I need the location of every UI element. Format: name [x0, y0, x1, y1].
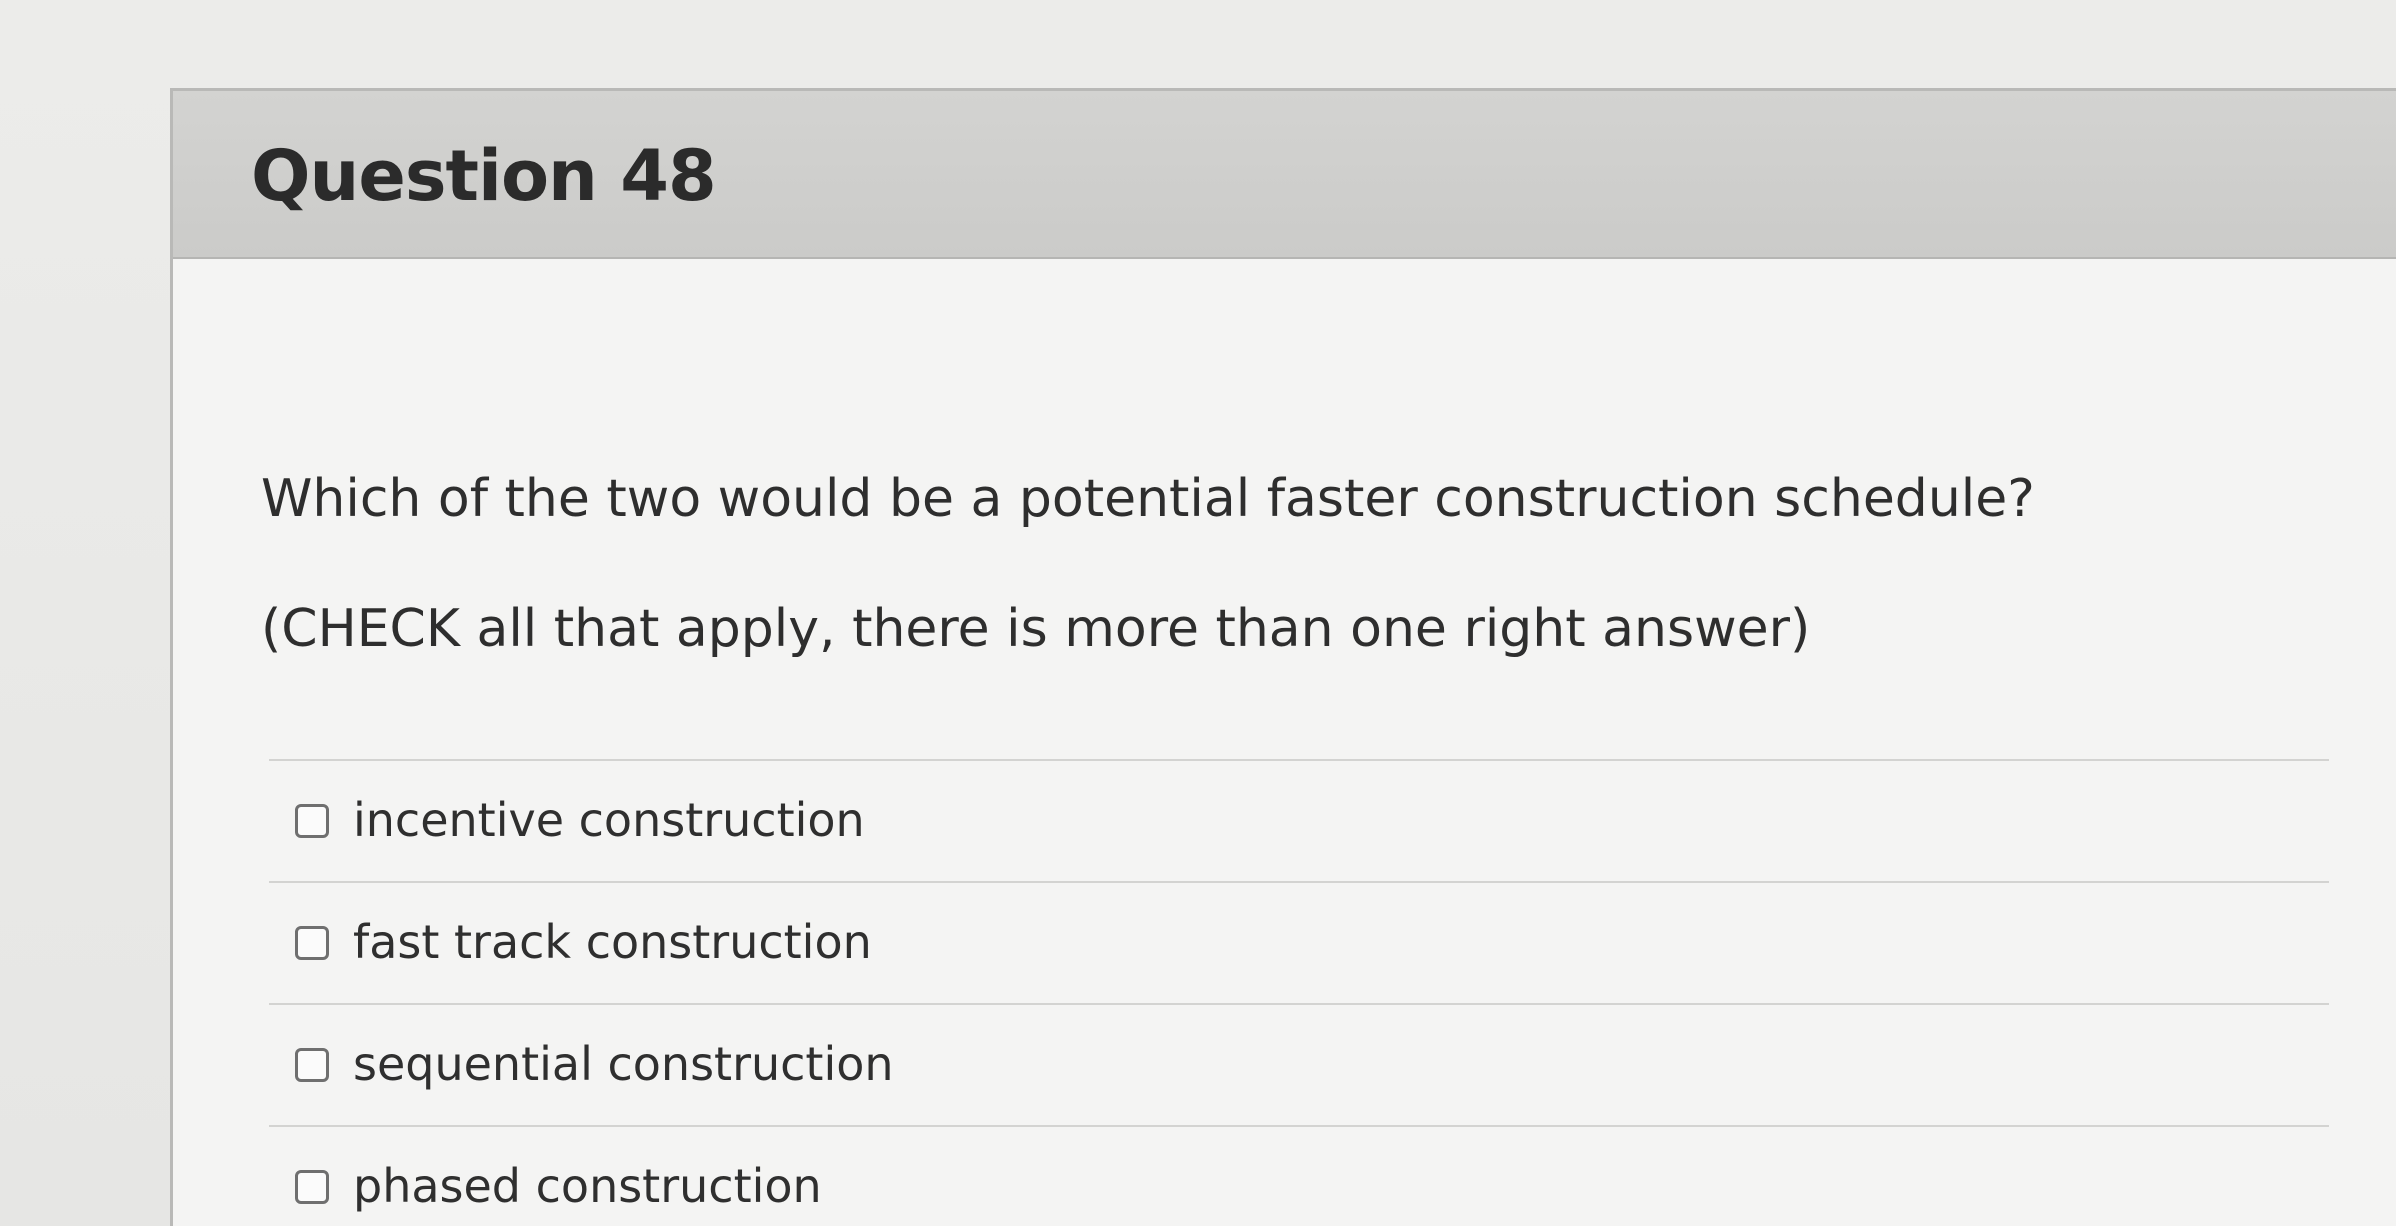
answer-option-sequential-construction[interactable]: sequential construction — [269, 1003, 2329, 1125]
checkbox-fast-track-construction[interactable] — [295, 926, 329, 960]
answer-options: incentive construction fast track constr… — [269, 759, 2329, 1226]
answer-option-incentive-construction[interactable]: incentive construction — [269, 759, 2329, 881]
question-body: Which of the two would be a potential fa… — [173, 259, 2396, 1226]
answer-option-phased-construction[interactable]: phased construction — [269, 1125, 2329, 1226]
question-card: Question 48 Which of the two would be a … — [170, 88, 2396, 1226]
answer-option-fast-track-construction[interactable]: fast track construction — [269, 881, 2329, 1003]
question-header: Question 48 — [173, 91, 2396, 259]
answer-label-sequential-construction: sequential construction — [353, 1037, 894, 1091]
question-instruction: (CHECK all that apply, there is more tha… — [261, 599, 1811, 659]
quiz-screen: Question 48 Which of the two would be a … — [0, 0, 2396, 1226]
answer-label-phased-construction: phased construction — [353, 1159, 822, 1213]
checkbox-phased-construction[interactable] — [295, 1170, 329, 1204]
answer-label-fast-track-construction: fast track construction — [353, 915, 872, 969]
question-title: Question 48 — [251, 135, 717, 217]
checkbox-sequential-construction[interactable] — [295, 1048, 329, 1082]
answer-label-incentive-construction: incentive construction — [353, 793, 865, 847]
question-prompt: Which of the two would be a potential fa… — [261, 469, 2035, 529]
checkbox-incentive-construction[interactable] — [295, 804, 329, 838]
